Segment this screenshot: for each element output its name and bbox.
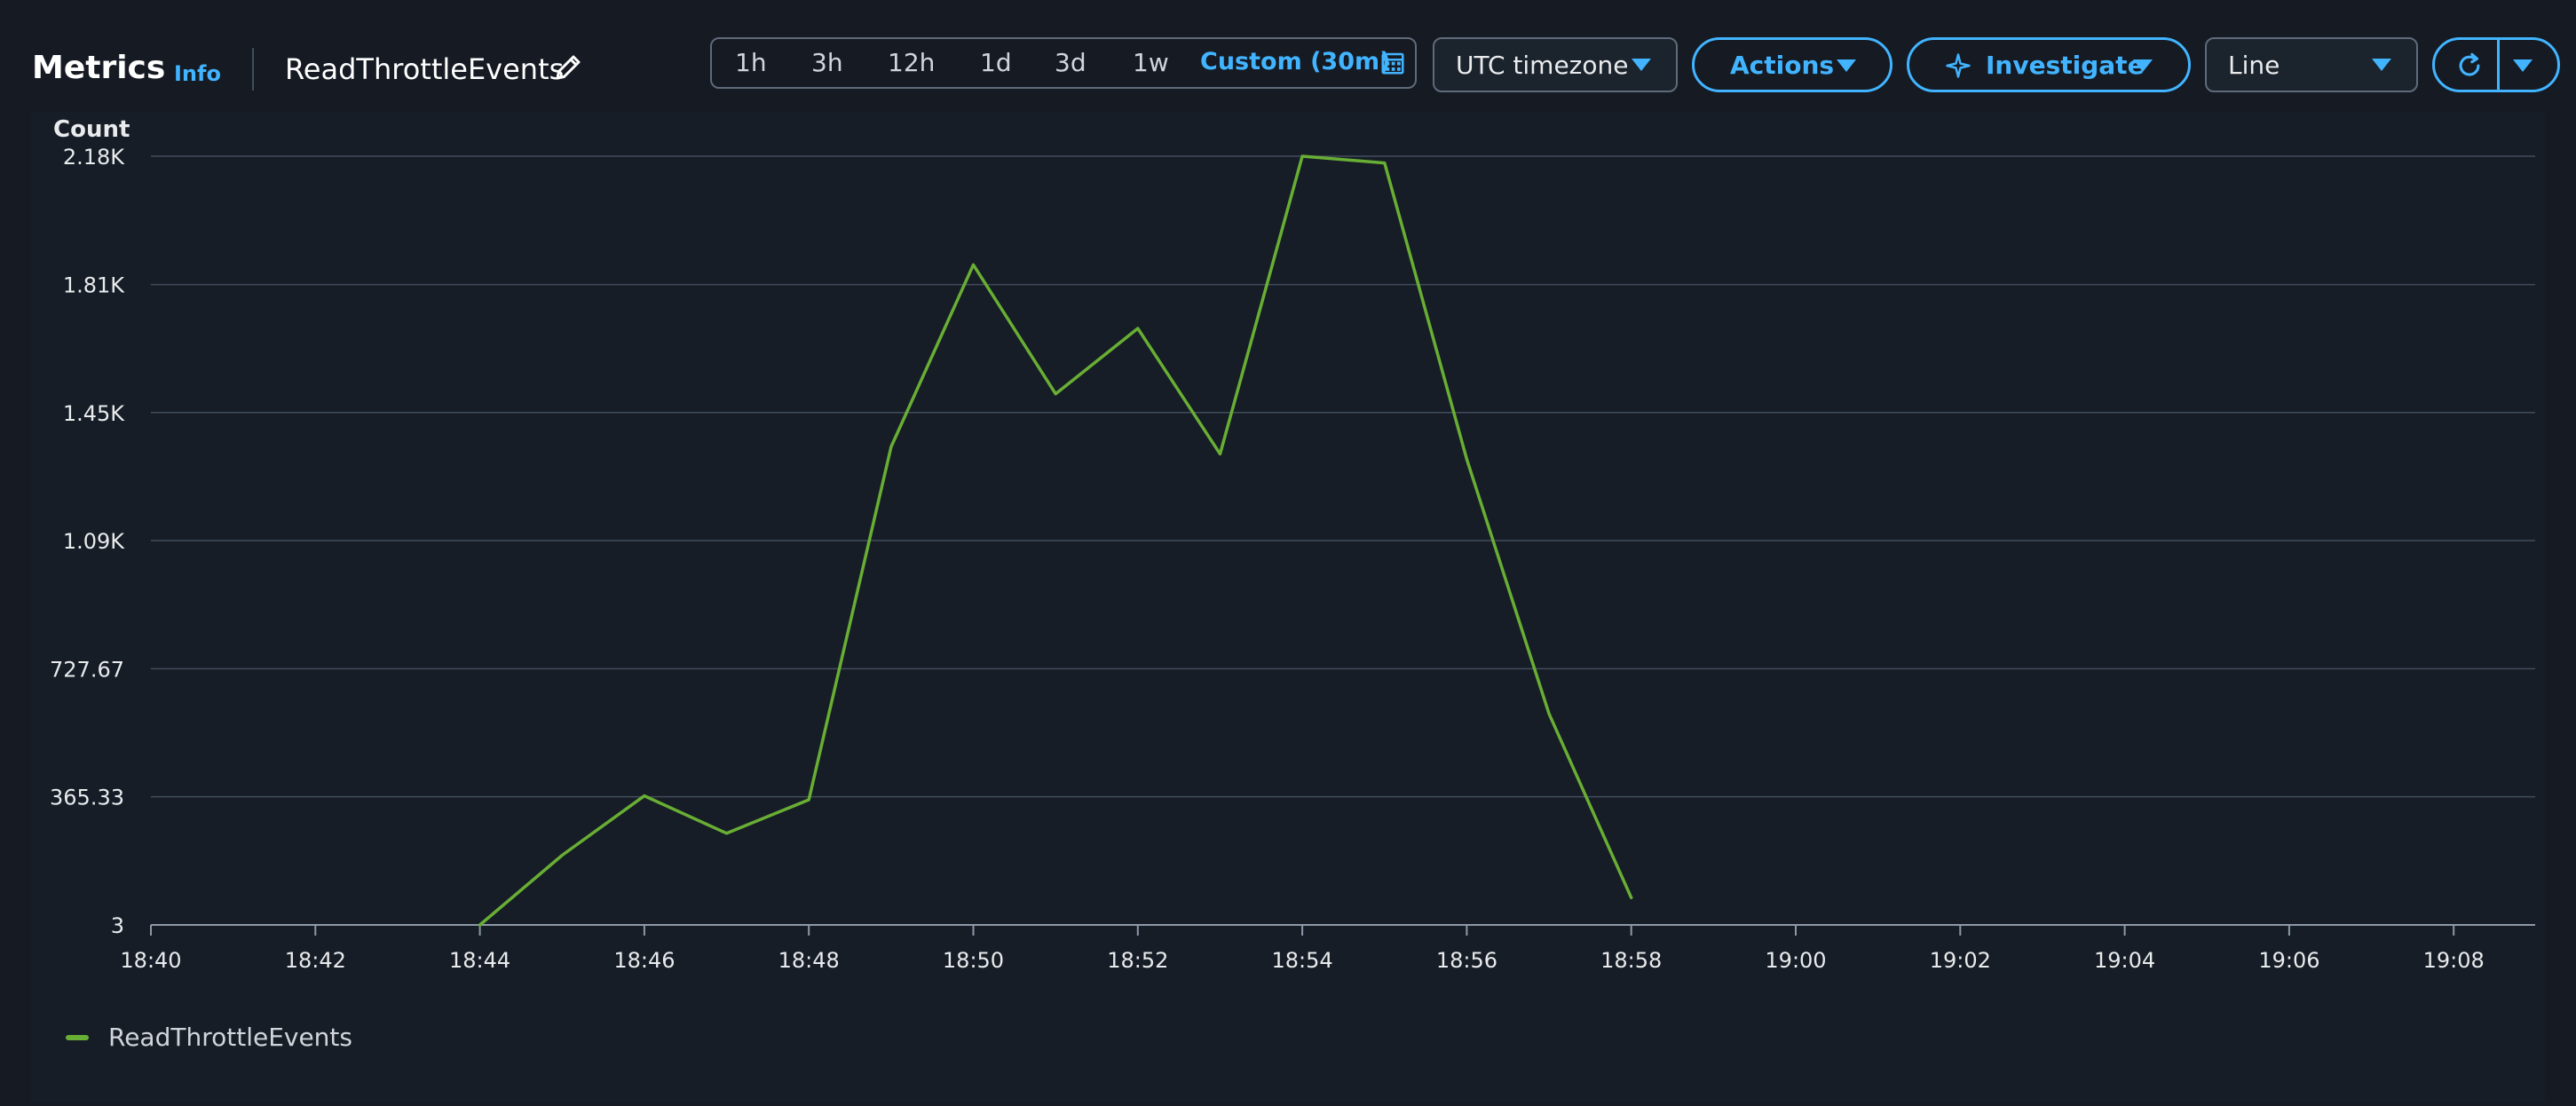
- y-tick-label: 1.45K: [63, 401, 125, 426]
- y-tick-label: 1.09K: [63, 529, 125, 554]
- refresh-options-chevron-icon[interactable]: [2513, 59, 2533, 72]
- x-tick-label: 18:48: [778, 948, 840, 973]
- x-tick-label: 18:40: [120, 948, 181, 973]
- actions-button-label: Actions: [1730, 51, 1835, 80]
- time-range-selector: 1h 3h 12h 1d 3d 1w Custom (30m): [710, 37, 1417, 89]
- refresh-button-group: [2432, 37, 2560, 92]
- header-divider: [252, 48, 254, 91]
- x-tick-label: 19:06: [2258, 948, 2319, 973]
- y-tick-label: 3: [111, 913, 124, 938]
- range-1h-button[interactable]: 1h: [735, 48, 767, 77]
- range-custom-button[interactable]: Custom (30m): [1200, 48, 1390, 75]
- y-tick-label: 1.81K: [63, 273, 125, 298]
- page-title: Metrics: [32, 50, 166, 86]
- refresh-icon[interactable]: [2454, 51, 2485, 81]
- chevron-down-icon: [1632, 59, 1651, 71]
- legend-swatch: [66, 1035, 89, 1040]
- sparkle-icon: [1946, 53, 1971, 78]
- actions-button[interactable]: Actions: [1692, 37, 1892, 92]
- chart-panel: Count 3 365.33 727.67 1.09K 1.45K 1.81K 2.18K 18…: [30, 112, 2546, 1102]
- timezone-select[interactable]: UTC timezone: [1433, 37, 1678, 92]
- line-chart: Count 3 365.33 727.67 1.09K 1.45K 1.81K 2.18K 18…: [50, 116, 2535, 973]
- chevron-down-icon: [2133, 59, 2153, 72]
- x-tick-label: 18:54: [1272, 948, 1333, 973]
- timezone-select-label: UTC timezone: [1456, 51, 1629, 80]
- legend-label: ReadThrottleEvents: [108, 1023, 352, 1052]
- header: Metrics Info ReadThrottleEvents 1h 3h 12…: [0, 0, 2576, 108]
- chevron-down-icon: [1837, 59, 1856, 72]
- range-1w-button[interactable]: 1w: [1133, 48, 1169, 77]
- x-tick-label: 19:08: [2423, 948, 2485, 973]
- x-tick-label: 18:44: [449, 948, 510, 973]
- graph-type-select-label: Line: [2228, 51, 2280, 80]
- x-tick-label: 18:46: [613, 948, 675, 973]
- x-tick-label: 19:00: [1765, 948, 1826, 973]
- y-axis-label: Count: [53, 116, 130, 143]
- x-tick-label: 18:42: [285, 948, 346, 973]
- refresh-divider: [2497, 40, 2500, 90]
- pencil-icon[interactable]: [552, 51, 584, 83]
- metric-name: ReadThrottleEvents: [285, 52, 565, 86]
- x-tick-label: 18:58: [1600, 948, 1662, 973]
- x-tick-label: 19:04: [2094, 948, 2155, 973]
- x-tick-label: 18:52: [1107, 948, 1168, 973]
- graph-type-select[interactable]: Line: [2205, 37, 2418, 92]
- info-link[interactable]: Info: [174, 61, 221, 86]
- range-3h-button[interactable]: 3h: [811, 48, 843, 77]
- investigate-button[interactable]: Investigate: [1907, 37, 2191, 92]
- range-3d-button[interactable]: 3d: [1055, 48, 1087, 77]
- y-tick-label: 727.67: [50, 657, 124, 682]
- x-tick-label: 19:02: [1930, 948, 1991, 973]
- chevron-down-icon: [2372, 59, 2391, 71]
- range-1d-button[interactable]: 1d: [980, 48, 1012, 77]
- y-tick-label: 2.18K: [63, 145, 125, 170]
- x-tick-label: 18:56: [1436, 948, 1497, 973]
- calendar-icon[interactable]: [1379, 50, 1406, 76]
- range-12h-button[interactable]: 12h: [888, 48, 935, 77]
- y-tick-label: 365.33: [50, 786, 124, 810]
- x-tick-label: 18:50: [943, 948, 1004, 973]
- investigate-button-label: Investigate: [1986, 51, 2145, 80]
